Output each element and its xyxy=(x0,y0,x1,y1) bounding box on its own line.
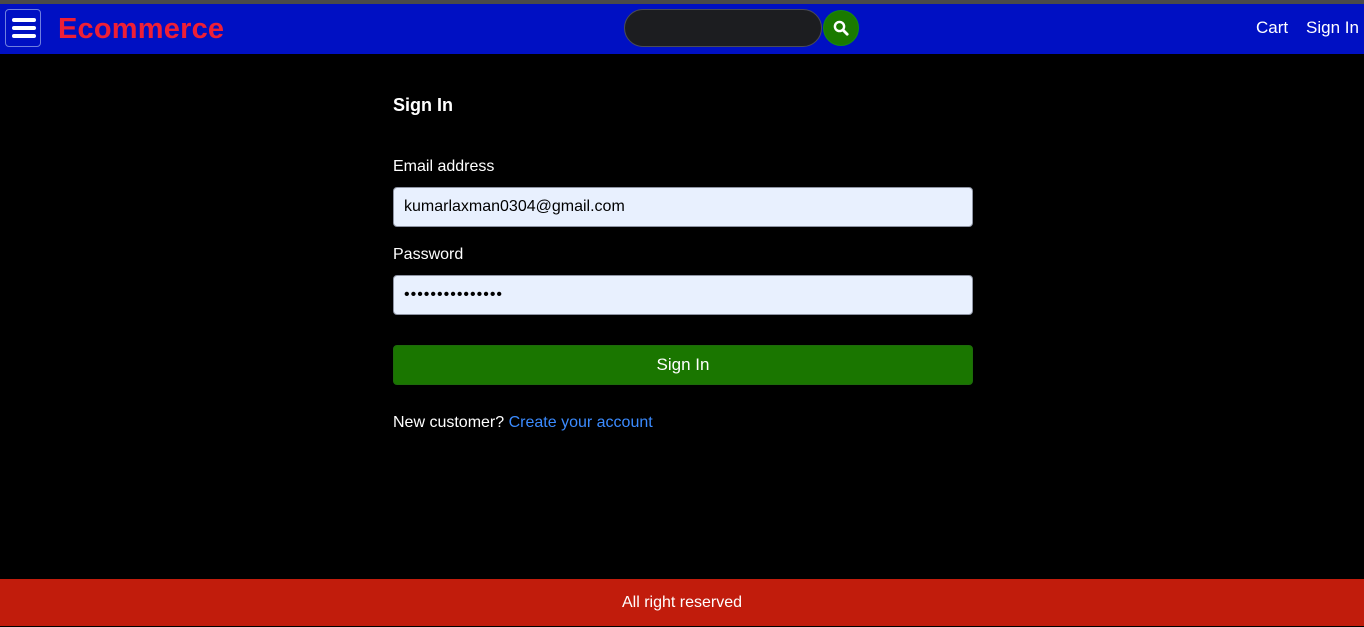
create-account-link[interactable]: Create your account xyxy=(509,414,653,431)
password-label: Password xyxy=(393,246,464,263)
search-button[interactable] xyxy=(823,10,859,46)
email-label: Email address xyxy=(393,158,495,175)
sign-in-link[interactable]: Sign In xyxy=(1306,18,1359,38)
search-input[interactable] xyxy=(624,9,822,47)
cart-link[interactable]: Cart xyxy=(1256,18,1288,38)
search-icon xyxy=(833,20,849,36)
footer-text: All right reserved xyxy=(621,594,743,611)
signup-prompt-text: New customer? xyxy=(393,414,505,431)
password-field[interactable] xyxy=(393,275,973,315)
page-title: Sign In xyxy=(393,95,453,115)
email-field[interactable] xyxy=(393,187,973,227)
sign-in-button[interactable]: Sign In xyxy=(393,345,973,385)
hamburger-menu-icon[interactable] xyxy=(5,9,41,47)
navbar: Ecommerce Cart Sign In xyxy=(0,4,1364,54)
brand-logo[interactable]: Ecommerce xyxy=(58,10,224,48)
signup-prompt-row: New customer? Create your account xyxy=(393,414,653,432)
footer: All right reserved xyxy=(0,579,1364,626)
